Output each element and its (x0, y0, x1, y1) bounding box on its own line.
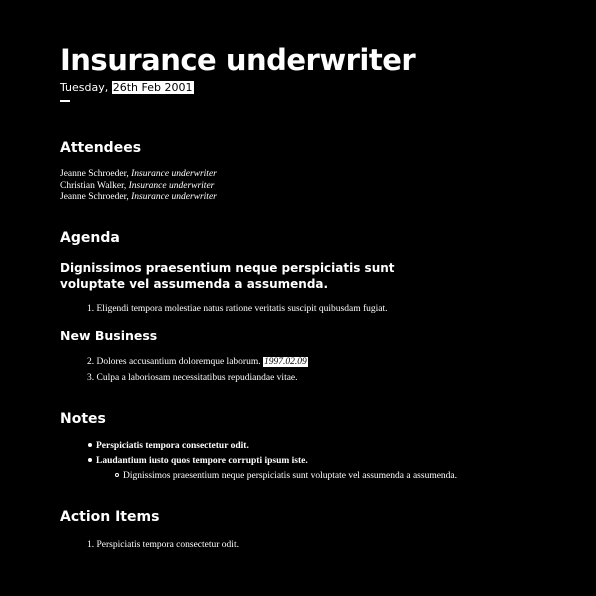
note-text: Laudantium iusto quos tempore corrupti i… (96, 456, 308, 466)
item-number: 3. (87, 373, 95, 383)
page-title: Insurance underwriter (60, 43, 416, 77)
agenda-subheading: Dignissimos praesentium neque perspiciat… (60, 261, 395, 291)
attendees-list: Jeanne Schroeder, Insurance underwriter … (60, 169, 217, 204)
meeting-minutes-page: Insurance underwriter Tuesday, 26th Feb … (0, 0, 596, 596)
attendee-role: Insurance underwriter (128, 180, 215, 191)
notes-heading: Notes (60, 411, 106, 427)
date-weekday: Tuesday, (60, 81, 109, 94)
item-text: Perspiciatis tempora consectetur odit. (96, 540, 239, 550)
date-highlight: 1997.02.09 (262, 357, 308, 367)
note-subitem: Dignissimos praesentium neque perspiciat… (115, 470, 457, 482)
item-number: 1. (87, 304, 95, 314)
attendee-item: Jeanne Schroeder, Insurance underwriter (60, 192, 217, 204)
item-number: 2. (87, 357, 95, 367)
new-business-heading: New Business (60, 328, 158, 343)
bullet-circle-icon (115, 472, 119, 477)
attendees-heading: Attendees (60, 140, 142, 156)
item-text: Eligendi tempora molestiae natus ratione… (96, 304, 388, 314)
note-item: Laudantium iusto quos tempore corrupti i… (88, 455, 308, 467)
item-text: Dolores accusantium doloremque laborum. (96, 357, 261, 367)
agenda-heading: Agenda (60, 230, 120, 246)
attendee-name: Jeanne Schroeder, (60, 192, 129, 202)
item-text: Culpa a laboriosam necessitatibus repudi… (96, 373, 298, 383)
agenda-item: 1. Eligendi tempora molestiae natus rati… (87, 303, 388, 315)
action-item: 1. Perspiciatis tempora consectetur odit… (87, 539, 239, 551)
note-item: Perspiciatis tempora consectetur odit. (88, 440, 249, 452)
bullet-dot-icon (88, 457, 92, 462)
date-value: 26th Feb 2001 (111, 81, 194, 94)
action-items-heading: Action Items (60, 509, 160, 525)
note-subtext: Dignissimos praesentium neque perspiciat… (123, 471, 458, 481)
agenda-item: 3. Culpa a laboriosam necessitatibus rep… (87, 372, 298, 384)
attendee-name: Christian Walker, (60, 180, 127, 191)
attendee-item: Jeanne Schroeder, Insurance underwriter (60, 169, 217, 181)
meeting-date: Tuesday, 26th Feb 2001 (60, 81, 194, 95)
bullet-dot-icon (88, 442, 92, 447)
note-text: Perspiciatis tempora consectetur odit. (96, 441, 249, 451)
attendee-name: Jeanne Schroeder, (60, 169, 129, 179)
attendee-item: Christian Walker, Insurance underwriter (60, 181, 217, 193)
attendee-role: Insurance underwriter (131, 192, 217, 202)
item-number: 1. (87, 540, 95, 550)
agenda-item: 2. Dolores accusantium doloremque laboru… (87, 356, 308, 368)
attendee-role: Insurance underwriter (131, 169, 217, 179)
title-divider (60, 100, 70, 102)
